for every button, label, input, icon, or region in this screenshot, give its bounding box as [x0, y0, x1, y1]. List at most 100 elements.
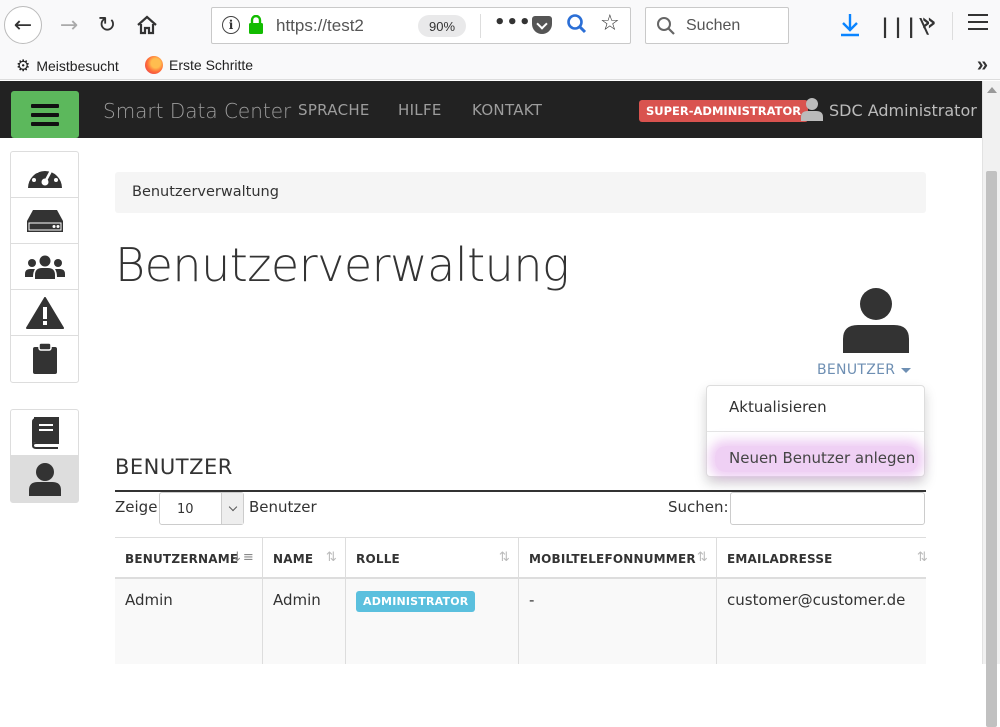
user-actions-dropdown-menu: Aktualisieren Neuen Benutzer anlegen [706, 385, 925, 477]
url-text[interactable]: https://test2 [276, 16, 376, 36]
table-row[interactable]: Admin Admin ADMINISTRATOR - customer@cus… [115, 579, 926, 664]
page-scrollbar[interactable] [982, 81, 1000, 727]
home-icon [137, 15, 157, 35]
arrow-right-icon: → [59, 12, 79, 38]
sidebar-group-main [10, 151, 79, 383]
forward-button[interactable]: → [50, 6, 88, 44]
sidebar-item-servers[interactable] [11, 198, 78, 244]
dashboard-gauge-icon [27, 164, 62, 188]
urlbar-divider [480, 14, 481, 38]
column-header-mobile[interactable]: MOBILTELEFONNUMMER ⇅ [519, 538, 717, 578]
refresh-menu-item[interactable]: Aktualisieren [707, 398, 924, 416]
role-badge: SUPER-ADMINISTRATOR [639, 100, 809, 122]
sidebar-item-user-management[interactable] [11, 456, 78, 502]
scroll-up-arrow-icon[interactable] [987, 87, 997, 93]
book-icon [31, 416, 59, 449]
column-header-label: ROLLE [356, 552, 400, 566]
table-search-input[interactable] [730, 492, 925, 525]
breadcrumb-item: Benutzerverwaltung [132, 184, 279, 200]
breadcrumb: Benutzerverwaltung [115, 172, 926, 213]
bookmarks-bar: ⚙ Meistbesucht Erste Schritte » [0, 52, 1000, 80]
sort-icon: ⇅ [696, 550, 708, 565]
column-header-label: EMAILADRESSE [727, 552, 833, 566]
menu-toggle-button[interactable] [11, 91, 79, 138]
gear-icon: ⚙ [16, 58, 31, 75]
length-suffix-label: Benutzer [249, 498, 317, 516]
page-length-value: 10 [177, 502, 194, 517]
lock-icon [249, 15, 263, 34]
warning-icon [25, 296, 64, 329]
caret-down-icon [901, 367, 912, 373]
dropdown-divider [707, 431, 924, 432]
user-icon [801, 98, 823, 121]
clipboard-icon [32, 343, 57, 374]
cell-email: customer@customer.de [727, 591, 906, 609]
length-prefix-label: Zeige [115, 498, 158, 516]
search-icon [657, 17, 675, 35]
section-title: BENUTZER [115, 455, 233, 479]
cell-name: Admin [263, 579, 346, 664]
sidebar-item-dashboard[interactable] [11, 152, 78, 198]
user-icon [843, 288, 909, 353]
column-header-email[interactable]: EMAILADRESSE ⇅ [717, 538, 928, 578]
nav-link-help[interactable]: HILFE [398, 101, 442, 119]
sort-icon: ⇅ [916, 550, 928, 565]
users-group-icon [24, 255, 65, 279]
reload-button[interactable]: ↻ [88, 6, 126, 44]
sidebar-item-users-groups[interactable] [11, 244, 78, 290]
column-header-label: NAME [273, 552, 314, 566]
sidebar-item-documentation[interactable] [11, 410, 78, 456]
firefox-icon [145, 56, 163, 74]
user-menu[interactable]: SDC Administrator [829, 101, 977, 120]
home-button[interactable] [128, 6, 166, 44]
column-header-role[interactable]: ROLLE ⇅ [346, 538, 519, 578]
toolbar-divider [952, 12, 953, 40]
user-icon [28, 463, 61, 496]
app-navbar: Smart Data Center SPRACHE HILFE KONTAKT … [0, 81, 982, 138]
brand-title[interactable]: Smart Data Center [103, 99, 291, 123]
sort-ascending-icon: ↓≡ [231, 550, 254, 565]
bookmarks-overflow-icon[interactable]: » [977, 54, 988, 77]
cell-mobile: - [519, 579, 717, 664]
scroll-thumb[interactable] [986, 171, 997, 727]
zoom-level-badge[interactable]: 90% [418, 15, 466, 37]
server-drive-icon [26, 209, 63, 232]
hamburger-menu-icon[interactable] [968, 14, 988, 32]
dropdown-toggle-label: BENUTZER [817, 362, 896, 378]
bookmark-label: Meistbesucht [36, 58, 119, 74]
browser-search-input[interactable]: Suchen [645, 7, 789, 44]
column-header-username[interactable]: BENUTZERNAME ↓≡ [115, 538, 263, 578]
bookmark-star-icon[interactable]: ☆ [600, 11, 620, 36]
arrow-left-icon: ← [13, 12, 33, 38]
back-button[interactable]: ← [4, 6, 42, 44]
page-actions-more-icon[interactable]: ••• [494, 12, 532, 33]
bars-icon [31, 103, 59, 108]
sidebar-item-alerts[interactable] [11, 290, 78, 336]
column-header-name[interactable]: NAME ⇅ [263, 538, 346, 578]
info-icon[interactable]: i [222, 16, 240, 34]
column-header-label: BENUTZERNAME [125, 552, 239, 566]
sidebar-group-secondary [10, 409, 79, 503]
sort-icon: ⇅ [498, 550, 510, 565]
page-title: Benutzerverwaltung [115, 238, 570, 292]
nav-link-contact[interactable]: KONTAKT [472, 101, 542, 119]
toolbar-overflow-icon[interactable]: » [921, 8, 937, 36]
browser-toolbar: ← → ↻ i https://test2 90% ••• ☆ Suchen |… [0, 0, 1000, 52]
search-placeholder: Suchen [686, 17, 741, 34]
table-header: BENUTZERNAME ↓≡ NAME ⇅ ROLLE ⇅ MOBILTELE… [115, 537, 928, 579]
url-bar[interactable]: i https://test2 90% ••• ☆ [211, 7, 631, 44]
cell-role: ADMINISTRATOR [346, 579, 519, 664]
create-user-menu-item[interactable]: Neuen Benutzer anlegen [715, 446, 918, 472]
sort-icon: ⇅ [325, 550, 337, 565]
search-q-icon[interactable] [566, 13, 588, 35]
column-header-label: MOBILTELEFONNUMMER [529, 552, 696, 566]
download-icon[interactable] [838, 12, 862, 38]
user-actions-dropdown-toggle[interactable]: BENUTZER [817, 362, 912, 378]
bookmark-most-visited[interactable]: ⚙ Meistbesucht [16, 56, 119, 76]
pocket-icon[interactable] [532, 16, 552, 34]
sidebar-item-reports[interactable] [11, 336, 78, 382]
page-length-select[interactable]: 10 [159, 492, 244, 525]
bookmark-getting-started[interactable]: Erste Schritte [145, 56, 253, 74]
cell-username: Admin [115, 579, 263, 664]
nav-link-language[interactable]: SPRACHE [298, 101, 370, 119]
